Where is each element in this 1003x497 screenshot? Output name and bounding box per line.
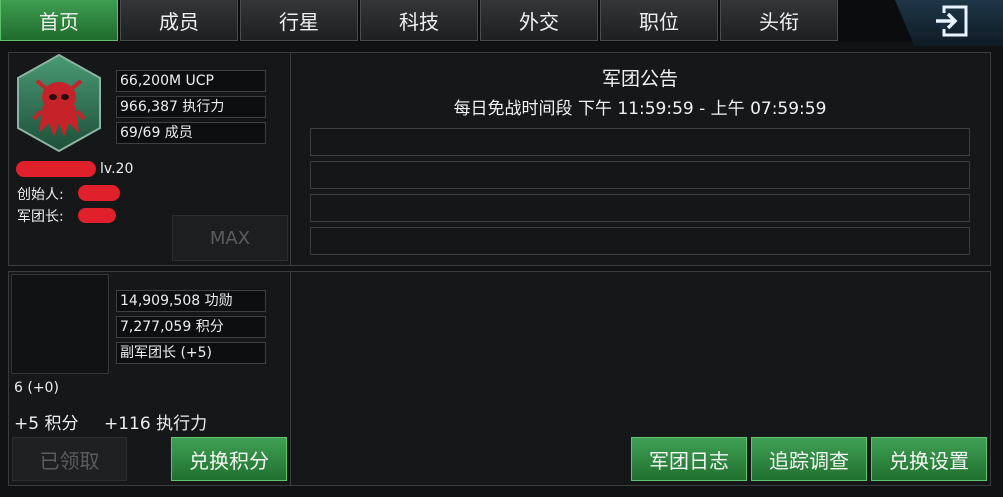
tab-bar: 首页 成员 行星 科技 外交 职位 头衔 — [0, 0, 1003, 42]
panel-divider — [290, 272, 291, 485]
notice-title: 军团公告 — [601, 68, 678, 90]
tab-positions[interactable]: 职位 — [600, 0, 718, 41]
player-count: 6 (+0) — [14, 380, 59, 396]
track-investigate-button[interactable]: 追踪调查 — [751, 437, 867, 481]
legion-ucp: 66,200M UCP — [116, 70, 266, 92]
legion-name-redacted — [16, 161, 96, 177]
tab-diplomacy[interactable]: 外交 — [480, 0, 598, 41]
exchange-settings-button[interactable]: 兑换设置 — [871, 437, 987, 481]
tab-members[interactable]: 成员 — [120, 0, 238, 41]
legion-execution: 966,387 执行力 — [116, 96, 266, 118]
panel-divider — [290, 53, 291, 265]
player-avatar — [11, 274, 109, 374]
notice-line-4 — [310, 227, 970, 255]
player-points: 7,277,059 积分 — [116, 316, 266, 338]
exit-door-icon[interactable] — [930, 3, 972, 39]
max-level-button: MAX — [172, 215, 288, 261]
tab-home[interactable]: 首页 — [0, 0, 118, 41]
legion-level: lv.20 — [100, 161, 134, 177]
reward-points: +5 积分 — [14, 414, 79, 434]
tab-technology[interactable]: 科技 — [360, 0, 478, 41]
reward-execution: +116 执行力 — [104, 414, 208, 434]
exchange-points-button[interactable]: 兑换积分 — [171, 437, 287, 481]
tab-titles[interactable]: 头衔 — [720, 0, 838, 41]
tab-planets[interactable]: 行星 — [240, 0, 358, 41]
leader-label: 军团长: — [17, 209, 64, 225]
player-merit: 14,909,508 功勋 — [116, 290, 266, 312]
truce-time: 每日免战时间段 下午 11:59:59 - 上午 07:59:59 — [453, 99, 827, 119]
legion-emblem-icon — [16, 53, 102, 153]
player-position: 副军团长 (+5) — [116, 342, 266, 364]
notice-line-2 — [310, 161, 970, 189]
notice-line-3 — [310, 194, 970, 222]
notice-line-1 — [310, 128, 970, 156]
founder-name-redacted — [78, 185, 120, 201]
claimed-button: 已领取 — [12, 437, 127, 481]
legion-log-button[interactable]: 军团日志 — [631, 437, 747, 481]
leader-name-redacted — [78, 208, 116, 223]
legion-members: 69/69 成员 — [116, 122, 266, 144]
founder-label: 创始人: — [17, 187, 64, 203]
